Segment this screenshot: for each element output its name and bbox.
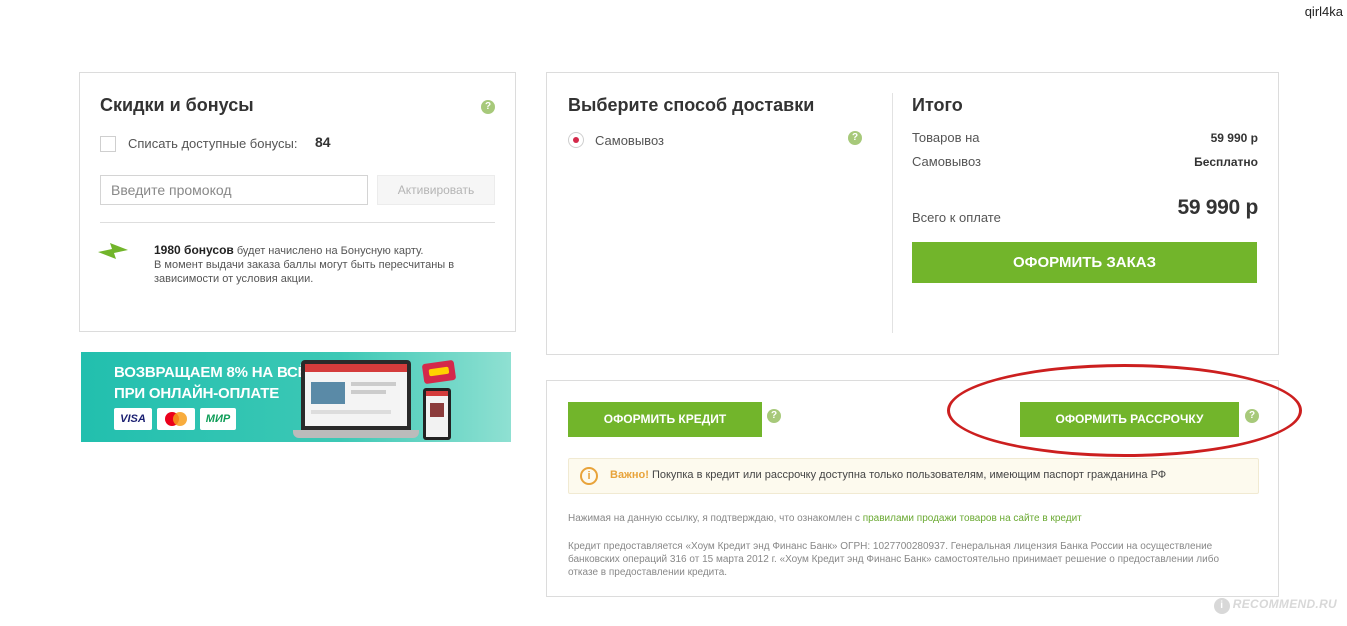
help-icon[interactable]: ? [1245, 409, 1259, 423]
info-icon: i [580, 467, 598, 485]
watermark: i RECOMMEND.RU [1213, 597, 1337, 614]
items-total-label: Товаров на [912, 130, 980, 145]
promo-code-input[interactable] [100, 175, 368, 205]
banner-headline: ВОЗВРАЩАЕМ 8% НА ВСЁ ПРИ ОНЛАЙН-ОПЛАТЕ [114, 362, 308, 404]
discounts-title: Скидки и бонусы [100, 95, 254, 115]
warning-text: Важно! Покупка в кредит или рассрочку до… [610, 469, 1166, 481]
grand-total-value: 59 990 р [1177, 196, 1259, 219]
bonus-checkbox[interactable] [100, 136, 116, 152]
laptop-image [301, 360, 411, 430]
help-icon[interactable]: ? [481, 100, 495, 114]
apply-installment-button[interactable]: ОФОРМИТЬ РАССРОЧКУ [1020, 402, 1239, 437]
pickup-cost-value: Бесплатно [1194, 155, 1258, 169]
activate-promo-button[interactable]: Активировать [377, 175, 495, 205]
vertical-divider [892, 93, 893, 333]
mastercard-logo [157, 408, 195, 430]
items-total-value: 59 990 р [1210, 131, 1258, 145]
pickup-cost-label: Самовывоз [912, 154, 981, 169]
place-order-button[interactable]: ОФОРМИТЬ ЗАКАЗ [912, 242, 1257, 283]
agreement-text: Нажимая на данную ссылку, я подтверждаю,… [568, 513, 1082, 524]
mir-logo: МИР [200, 408, 236, 430]
visa-logo: VISA [114, 408, 152, 430]
bonus-text: будет начислено на Бонусную карту. [233, 245, 424, 257]
pickup-radio[interactable] [568, 132, 584, 148]
delivery-title: Выберите способ доставки [568, 95, 815, 115]
bonus-available-value: 84 [315, 134, 331, 150]
warning-body: Покупка в кредит или рассрочку доступна … [648, 469, 1167, 481]
credit-rules-link[interactable]: правилами продажи товаров на сайте в кре… [863, 513, 1082, 524]
delivery-panel: Выберите способ доставки Самовывоз ? Ито… [546, 72, 1279, 355]
credit-panel: ОФОРМИТЬ КРЕДИТ ? ОФОРМИТЬ РАССРОЧКУ ? i… [546, 364, 1302, 597]
help-icon[interactable]: ? [848, 131, 862, 145]
divider [100, 222, 495, 223]
banner-line-1: ВОЗВРАЩАЕМ 8% НА ВСЁ [114, 364, 308, 381]
legal-text: Кредит предоставляется «Хоум Кредит энд … [568, 541, 1220, 578]
username-label: qirl4ka [1304, 4, 1343, 19]
recommend-logo-icon: i [1213, 598, 1230, 614]
warning-box: i Важно! Покупка в кредит или рассрочку … [568, 458, 1259, 494]
bonus-count: 1980 бонусов [154, 243, 234, 257]
watermark-text: RECOMMEND.RU [1232, 597, 1337, 611]
discounts-panel: Скидки и бонусы ? Списать доступные бону… [79, 72, 516, 332]
phone-image [423, 388, 451, 440]
bonus-note: В момент выдачи заказа баллы могут быть … [154, 259, 455, 285]
warning-label: Важно! [610, 469, 649, 481]
bonus-info: 1980 бонусов будет начислено на Бонусную… [154, 243, 484, 286]
laptop-base [293, 430, 419, 438]
bonus-card-image [421, 359, 457, 385]
banner-line-2: ПРИ ОНЛАЙН-ОПЛАТЕ [114, 385, 280, 402]
pickup-option-label[interactable]: Самовывоз [595, 133, 664, 148]
apply-credit-button[interactable]: ОФОРМИТЬ КРЕДИТ [568, 402, 762, 437]
bonus-checkbox-label[interactable]: Списать доступные бонусы: [128, 136, 297, 151]
cashback-banner[interactable]: ВОЗВРАЩАЕМ 8% НА ВСЁ ПРИ ОНЛАЙН-ОПЛАТЕ V… [81, 352, 511, 442]
total-title: Итого [912, 95, 963, 115]
help-icon[interactable]: ? [767, 409, 781, 423]
agreement-prefix: Нажимая на данную ссылку, я подтверждаю,… [568, 513, 863, 524]
lightning-icon [98, 243, 128, 259]
grand-total-label: Всего к оплате [912, 210, 1001, 225]
